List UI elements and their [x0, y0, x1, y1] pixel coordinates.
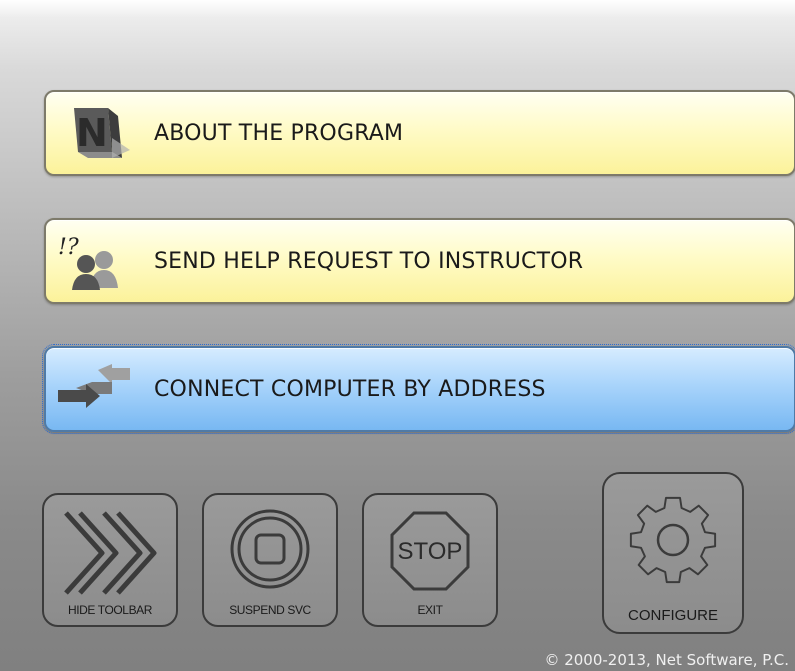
program-logo-icon: N [52, 102, 132, 164]
stop-sign-text: STOP [398, 538, 463, 565]
stop-sign-icon: STOP [364, 499, 496, 609]
configure-label: CONFIGURE [604, 607, 742, 624]
help-request-label: SEND HELP REQUEST TO INSTRUCTOR [154, 249, 583, 274]
suspend-service-button[interactable]: SUSPEND SVC [202, 493, 338, 627]
help-request-button[interactable]: !? SEND HELP REQUEST TO INSTRUCTOR [44, 218, 795, 304]
connect-by-address-button[interactable]: CONNECT COMPUTER BY ADDRESS [44, 346, 795, 432]
gear-icon [604, 478, 742, 608]
hide-toolbar-button[interactable]: HIDE TOOLBAR [42, 493, 178, 627]
about-program-label: ABOUT THE PROGRAM [154, 121, 403, 146]
connect-arrows-icon [52, 358, 132, 420]
double-chevron-icon [44, 499, 176, 609]
configure-button[interactable]: CONFIGURE [602, 472, 744, 634]
help-glyph: !? [58, 235, 79, 260]
about-program-button[interactable]: N ABOUT THE PROGRAM [44, 90, 795, 176]
copyright-notice: © 2000-2013, Net Software, P.C. [544, 651, 789, 669]
connect-by-address-label: CONNECT COMPUTER BY ADDRESS [154, 377, 546, 402]
suspend-icon [204, 499, 336, 609]
help-request-icon: !? [52, 230, 132, 292]
student-panel: N ABOUT THE PROGRAM !? SEND HELP REQUEST… [6, 0, 795, 671]
exit-button[interactable]: STOP EXIT [362, 493, 498, 627]
svg-text:N: N [76, 111, 108, 155]
exit-label: EXIT [364, 603, 496, 617]
suspend-service-label: SUSPEND SVC [204, 603, 336, 617]
hide-toolbar-label: HIDE TOOLBAR [44, 603, 176, 617]
